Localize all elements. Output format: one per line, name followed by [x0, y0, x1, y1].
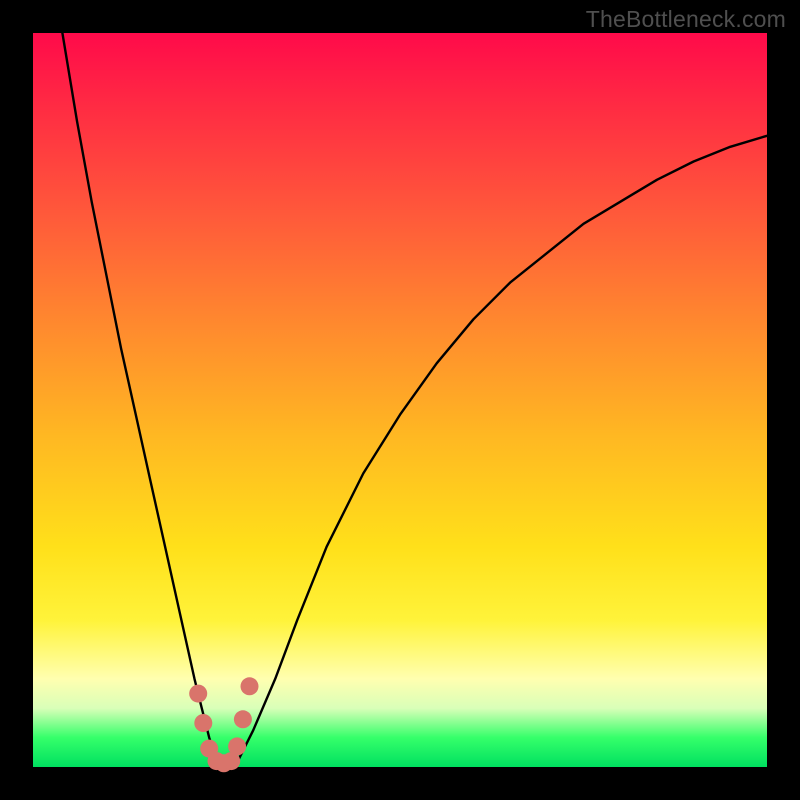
highlight-dot	[241, 677, 259, 695]
chart-frame: TheBottleneck.com	[0, 0, 800, 800]
highlight-dot	[194, 714, 212, 732]
highlight-dots	[189, 677, 258, 772]
highlight-dot	[234, 710, 252, 728]
bottleneck-curve	[62, 33, 767, 767]
chart-plot-area	[33, 33, 767, 767]
chart-svg	[33, 33, 767, 767]
highlight-dot	[228, 737, 246, 755]
highlight-dot	[189, 685, 207, 703]
watermark-text: TheBottleneck.com	[586, 6, 786, 33]
